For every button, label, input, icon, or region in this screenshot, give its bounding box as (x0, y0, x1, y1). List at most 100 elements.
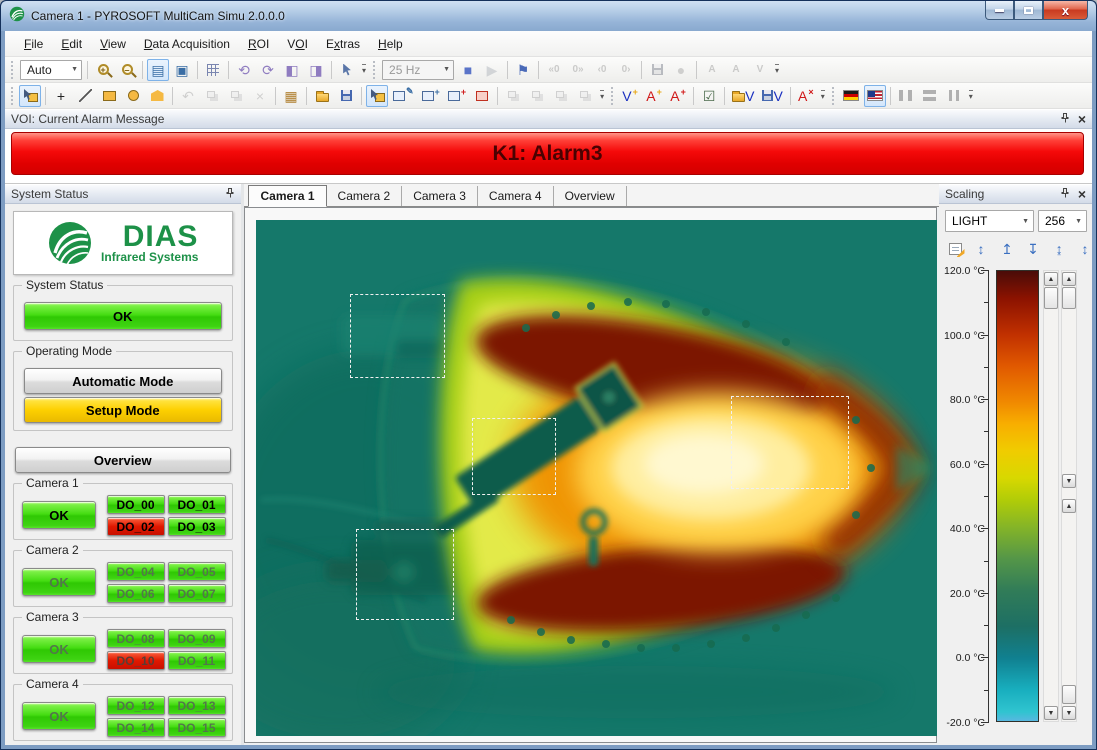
scale-scrollbar-right[interactable]: ▲ ▼ ▲ ▼ (1061, 270, 1077, 722)
rotate-right-button[interactable]: ⟳ (257, 59, 279, 81)
roi-rectangle-2[interactable] (472, 418, 556, 495)
do-indicator-do_00[interactable]: DO_00 (107, 495, 165, 514)
full-image-button[interactable]: ▣ (171, 59, 193, 81)
roi-delete-button[interactable] (471, 85, 493, 107)
scale-scrollbar-left[interactable]: ▲ ▼ (1043, 270, 1059, 722)
toolbar-overflow-button[interactable]: ▾ (821, 90, 825, 102)
scale-move-button[interactable]: ↕ (971, 239, 991, 259)
camera-3-status-button[interactable]: OK (22, 635, 96, 663)
scroll-up-button[interactable]: ▲ (1044, 272, 1058, 286)
do-indicator-do_09[interactable]: DO_09 (168, 629, 226, 648)
scroll-up-button[interactable]: ▲ (1062, 272, 1076, 286)
camera-2-status-button[interactable]: OK (22, 568, 96, 596)
toolbar-overflow-button[interactable]: ▾ (775, 64, 779, 76)
palette-combo[interactable]: LIGHT ▼ (945, 210, 1034, 232)
menu-edit[interactable]: Edit (52, 34, 91, 54)
scroll-down-button[interactable]: ▼ (1044, 706, 1058, 720)
jump-end-button[interactable]: 0» (567, 59, 589, 81)
menu-help[interactable]: Help (369, 34, 412, 54)
fit-width-button[interactable]: ▤ (147, 59, 169, 81)
do-indicator-do_07[interactable]: DO_07 (168, 584, 226, 603)
do-indicator-do_14[interactable]: DO_14 (107, 718, 165, 737)
flip-horizontal-button[interactable]: ◧ (281, 59, 303, 81)
do-indicator-do_11[interactable]: DO_11 (168, 651, 226, 670)
scroll-down-button[interactable]: ▼ (1062, 474, 1076, 488)
copy-button[interactable] (201, 85, 223, 107)
arrange-tile-button[interactable] (502, 85, 524, 107)
alarm-delete-button[interactable]: A× (795, 85, 817, 107)
draw-rectangle-button[interactable] (98, 85, 120, 107)
alarm-add2-button[interactable]: A+ (667, 85, 689, 107)
zoom-out-button[interactable] (116, 59, 138, 81)
paste-button[interactable] (225, 85, 247, 107)
tab-camera-3[interactable]: Camera 3 (402, 186, 478, 206)
color-scale-bar[interactable] (996, 270, 1039, 722)
menu-roi[interactable]: ROI (239, 34, 278, 54)
scale-autoscale-button[interactable]: ↕ (1075, 239, 1092, 259)
menu-data-acquisition[interactable]: Data Acquisition (135, 34, 239, 54)
jump-start-button[interactable]: «0 (543, 59, 565, 81)
do-indicator-do_03[interactable]: DO_03 (168, 517, 226, 536)
play-button[interactable]: ▶ (481, 59, 503, 81)
tab-camera-1[interactable]: Camera 1 (248, 185, 326, 207)
roi-select-button[interactable] (366, 85, 388, 107)
do-indicator-do_10[interactable]: DO_10 (107, 651, 165, 670)
scale-upper-limit-button[interactable]: ↥ (997, 239, 1017, 259)
language-english-button[interactable] (864, 85, 886, 107)
roi-save-button[interactable] (335, 85, 357, 107)
roi-rectangle-4[interactable] (356, 529, 454, 620)
auto-zoom-combo[interactable]: Auto▼ (20, 60, 82, 80)
close-panel-icon[interactable]: × (1078, 112, 1086, 126)
frequency-combo[interactable]: 25 Hz▼ (382, 60, 454, 80)
pointer-mode-button[interactable] (336, 59, 358, 81)
camera-1-status-button[interactable]: OK (22, 501, 96, 529)
close-panel-icon[interactable]: × (1078, 187, 1086, 201)
menu-file[interactable]: File (15, 34, 52, 54)
record-save-button[interactable] (646, 59, 668, 81)
grid-button[interactable] (202, 59, 224, 81)
layout-rows-button[interactable] (919, 85, 941, 107)
do-indicator-do_08[interactable]: DO_08 (107, 629, 165, 648)
draw-polygon-button[interactable] (146, 85, 168, 107)
record-stop-button[interactable]: ● (670, 59, 692, 81)
draw-circle-button[interactable] (122, 85, 144, 107)
do-indicator-do_02[interactable]: DO_02 (107, 517, 165, 536)
roi-add-alarm-button[interactable]: + (445, 85, 469, 107)
minimize-button[interactable] (985, 1, 1014, 20)
automatic-mode-button[interactable]: Automatic Mode (24, 368, 222, 394)
voi-configure-button[interactable]: ☑ (698, 85, 720, 107)
scroll-thumb[interactable] (1062, 685, 1076, 704)
menu-voi[interactable]: VOI (278, 34, 317, 54)
stop-button[interactable]: ■ (457, 59, 479, 81)
scale-expand-button[interactable]: ↨ (1049, 239, 1069, 259)
sequence-save-button[interactable]: A (701, 59, 723, 81)
toolbar-overflow-button[interactable]: ▾ (969, 90, 973, 102)
roi-properties-button[interactable]: ▦ (280, 85, 302, 107)
layout-columns-button[interactable] (895, 85, 917, 107)
do-indicator-do_06[interactable]: DO_06 (107, 584, 165, 603)
roi-open-button[interactable] (311, 85, 333, 107)
do-indicator-do_15[interactable]: DO_15 (168, 718, 226, 737)
layout-split-button[interactable] (943, 85, 965, 107)
camera-4-status-button[interactable]: OK (22, 702, 96, 730)
pin-icon[interactable] (226, 187, 235, 201)
tab-camera-4[interactable]: Camera 4 (478, 186, 554, 206)
voi-save-button[interactable]: V (759, 85, 785, 107)
scroll-thumb[interactable] (1044, 287, 1058, 309)
tab-camera-2[interactable]: Camera 2 (327, 186, 403, 206)
scale-properties-button[interactable] (945, 239, 965, 259)
scroll-down-button[interactable]: ▼ (1062, 706, 1076, 720)
menu-extras[interactable]: Extras (317, 34, 369, 54)
select-tool-button[interactable] (19, 85, 41, 107)
language-german-button[interactable] (840, 85, 862, 107)
arrange-cascade-button[interactable] (526, 85, 548, 107)
setup-mode-button[interactable]: Setup Mode (24, 397, 222, 423)
do-indicator-do_12[interactable]: DO_12 (107, 696, 165, 715)
arrange-vertical-button[interactable] (574, 85, 596, 107)
delete-button[interactable]: × (249, 85, 271, 107)
maximize-button[interactable] (1014, 1, 1043, 20)
roi-rectangle-1[interactable] (350, 294, 445, 378)
draw-line-button[interactable] (74, 85, 96, 107)
alarm-banner[interactable]: K1: Alarm3 (11, 132, 1084, 175)
voi-open-button[interactable]: V (729, 85, 757, 107)
